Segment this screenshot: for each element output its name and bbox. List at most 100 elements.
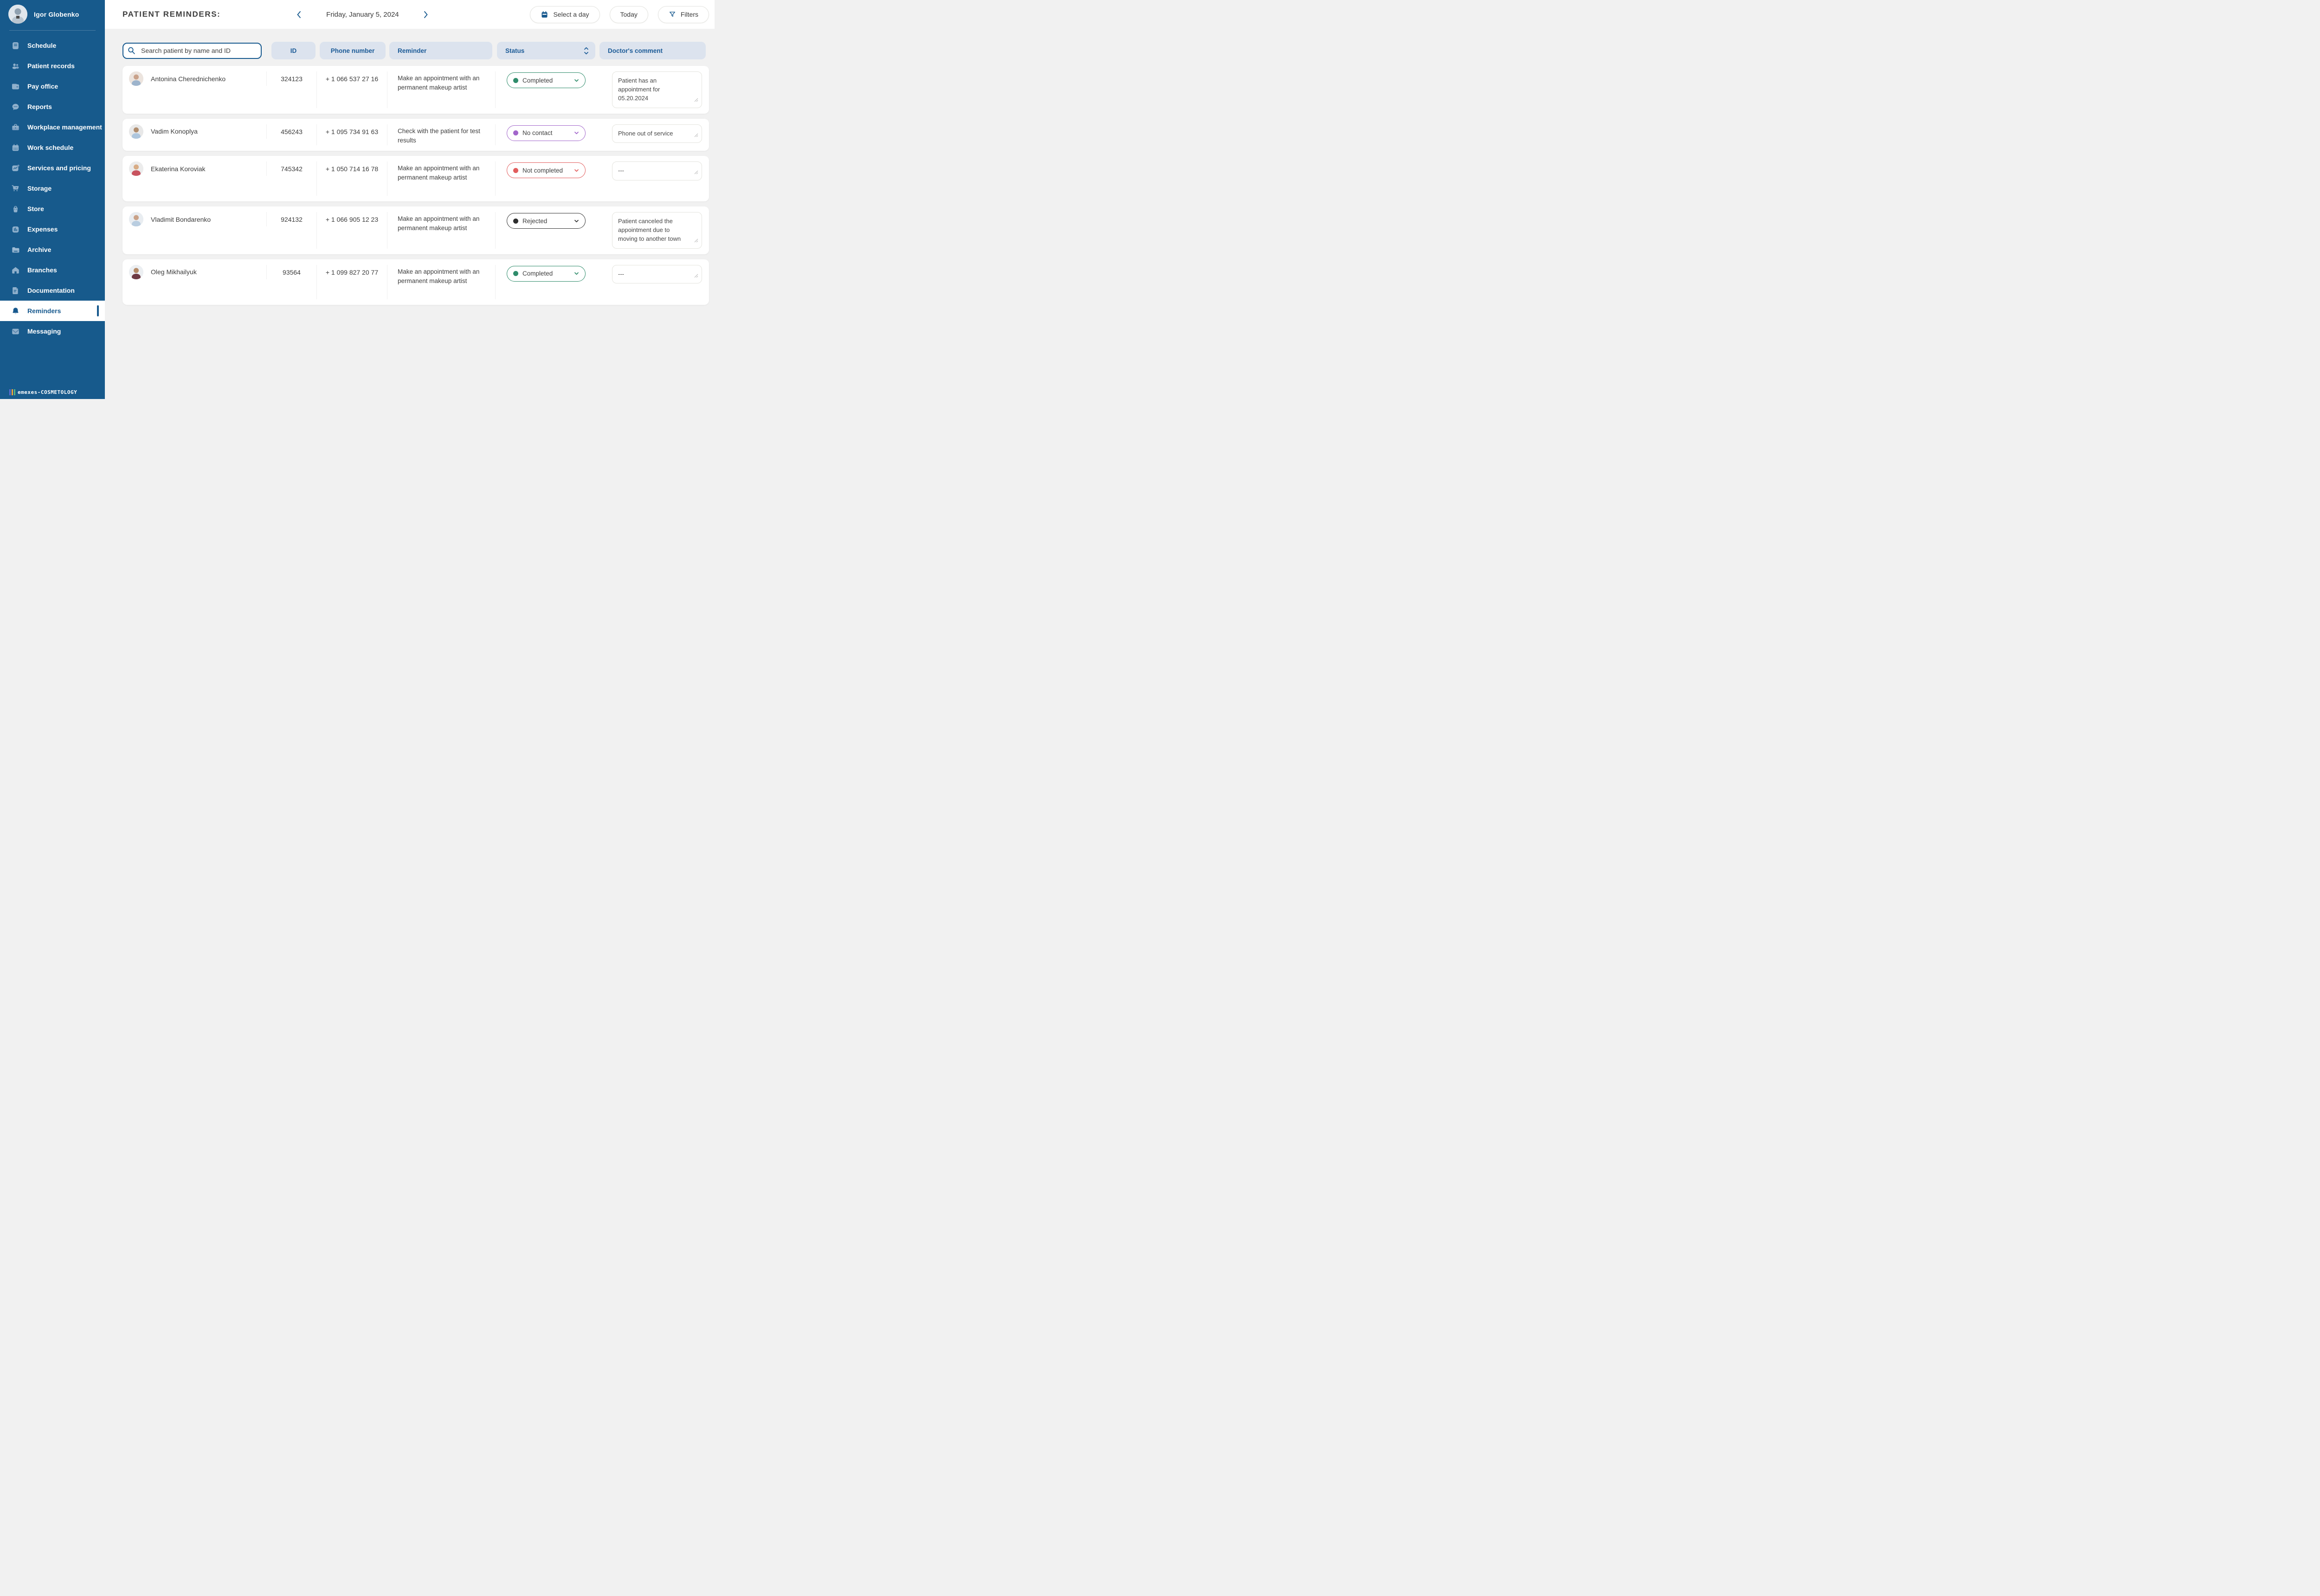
patient-name: Vadim Konoplya: [151, 128, 198, 135]
filters-button[interactable]: Filters: [658, 6, 709, 23]
status-cell: No contact: [496, 124, 599, 146]
sidebar-item-branches[interactable]: Branches: [0, 260, 105, 280]
sidebar-item-pay-office[interactable]: Pay office: [0, 76, 105, 97]
patient-id: 745342: [267, 161, 317, 196]
patient-phone: + 1 066 537 27 16: [317, 71, 387, 108]
search: [122, 43, 262, 59]
chevron-left-icon: [296, 11, 301, 19]
sidebar-item-reminders[interactable]: Reminders: [0, 301, 105, 321]
resize-handle-icon[interactable]: [694, 237, 698, 245]
status-select[interactable]: Completed: [507, 266, 586, 282]
sidebar-item-archive[interactable]: Archive: [0, 239, 105, 260]
patient-phone: + 1 066 905 12 23: [317, 212, 387, 249]
patient-phone: + 1 099 827 20 77: [317, 265, 387, 299]
sidebar-item-label: Work schedule: [27, 144, 73, 151]
sidebar-item-expenses[interactable]: Expenses: [0, 219, 105, 239]
patient-name: Antonina Cherednichenko: [151, 75, 226, 83]
search-icon: [127, 46, 136, 55]
comment-cell: ---: [599, 265, 709, 299]
patient-cell: Vladimit Bondarenko: [122, 212, 267, 226]
sidebar-item-storage[interactable]: Storage: [0, 178, 105, 199]
chevron-down-icon: [574, 131, 579, 135]
sidebar-item-messaging[interactable]: Messaging: [0, 321, 105, 341]
avatar: [129, 71, 143, 86]
sidebar-nav: Schedule Patient records Pay office Repo…: [0, 35, 105, 341]
avatar: [129, 265, 143, 279]
services-pricing-icon: [11, 164, 20, 173]
avatar: [8, 5, 27, 24]
sidebar-item-documentation[interactable]: Documentation: [0, 280, 105, 301]
resize-handle-icon[interactable]: [694, 272, 698, 281]
branches-icon: [11, 266, 20, 275]
status-cell: Rejected: [496, 212, 599, 249]
sidebar-item-label: Messaging: [27, 328, 61, 335]
status-select[interactable]: Not completed: [507, 162, 586, 178]
date-navigation: Friday, January 5, 2024: [293, 8, 432, 20]
comment-cell: Patient has an appointment for 05.20.202…: [599, 71, 709, 108]
sidebar-item-patient-records[interactable]: Patient records: [0, 56, 105, 76]
comment-cell: ---: [599, 161, 709, 196]
topbar: PATIENT REMINDERS: Friday, January 5, 20…: [105, 0, 715, 29]
page-title: PATIENT REMINDERS:: [122, 10, 220, 19]
doctor-comment-input[interactable]: Phone out of service: [612, 124, 702, 143]
doctor-comment-input[interactable]: Patient has an appointment for 05.20.202…: [612, 71, 702, 108]
status-dot-icon: [513, 130, 518, 135]
patient-id: 924132: [267, 212, 317, 249]
chevron-down-icon: [574, 79, 579, 82]
status-select[interactable]: No contact: [507, 125, 586, 141]
archive-icon: [11, 245, 20, 254]
sidebar: Igor Globenko Schedule Patient records P…: [0, 0, 105, 399]
sidebar-item-reports[interactable]: Reports: [0, 97, 105, 117]
resize-handle-icon[interactable]: [694, 168, 698, 177]
status-select[interactable]: Completed: [507, 72, 586, 88]
status-cell: Completed: [496, 71, 599, 108]
reminders-list: Antonina Cherednichenko 324123 + 1 066 5…: [122, 66, 709, 305]
sidebar-item-store[interactable]: Store: [0, 199, 105, 219]
sidebar-item-services-and-pricing[interactable]: Services and pricing: [0, 158, 105, 178]
sidebar-item-label: Workplace management: [27, 123, 102, 131]
patient-cell: Oleg Mikhailyuk: [122, 265, 267, 279]
pay-office-icon: [11, 82, 20, 91]
status-dot-icon: [513, 78, 518, 83]
status-dot-icon: [513, 168, 518, 173]
sort-icon[interactable]: [584, 47, 589, 55]
patient-cell: Vadim Konoplya: [122, 124, 267, 139]
resize-handle-icon[interactable]: [694, 96, 698, 105]
status-select[interactable]: Rejected: [507, 213, 586, 229]
calendar-icon: [541, 11, 548, 19]
table-row: Vladimit Bondarenko 924132 + 1 066 905 1…: [122, 206, 709, 254]
sidebar-item-schedule[interactable]: Schedule: [0, 35, 105, 56]
user-profile[interactable]: Igor Globenko: [0, 0, 105, 27]
sidebar-item-workplace-management[interactable]: Workplace management: [0, 117, 105, 137]
prev-day-button[interactable]: [293, 8, 305, 20]
next-day-button[interactable]: [420, 8, 432, 20]
sidebar-item-work-schedule[interactable]: Work schedule: [0, 137, 105, 158]
sidebar-item-label: Documentation: [27, 287, 75, 294]
status-cell: Not completed: [496, 161, 599, 196]
doctor-comment-input[interactable]: ---: [612, 161, 702, 180]
user-name: Igor Globenko: [34, 11, 79, 18]
column-header-comment: Doctor's comment: [599, 42, 706, 59]
today-button[interactable]: Today: [610, 6, 648, 23]
resize-handle-icon[interactable]: [694, 131, 698, 140]
workplace-management-icon: [11, 123, 20, 132]
app-logo: emexes-COSMETOLOGY: [9, 389, 77, 395]
select-day-button[interactable]: Select a day: [530, 6, 599, 23]
topbar-buttons: Select a day Today Filters: [530, 6, 709, 23]
search-input[interactable]: [122, 43, 262, 59]
column-header-reminder: Reminder: [389, 42, 492, 59]
doctor-comment-input[interactable]: Patient canceled the appointment due to …: [612, 212, 702, 249]
status-cell: Completed: [496, 265, 599, 299]
bell-icon: [11, 307, 20, 315]
logo-text: emexes-COSMETOLOGY: [18, 389, 77, 395]
comment-cell: Patient canceled the appointment due to …: [599, 212, 709, 249]
doctor-comment-input[interactable]: ---: [612, 265, 702, 284]
sidebar-item-label: Branches: [27, 266, 57, 274]
patient-id: 93564: [267, 265, 317, 299]
sidebar-item-label: Storage: [27, 185, 52, 192]
sidebar-item-label: Services and pricing: [27, 164, 91, 172]
select-day-label: Select a day: [553, 11, 589, 18]
active-indicator: [97, 305, 99, 316]
schedule-icon: [11, 41, 20, 50]
current-date: Friday, January 5, 2024: [326, 11, 399, 19]
